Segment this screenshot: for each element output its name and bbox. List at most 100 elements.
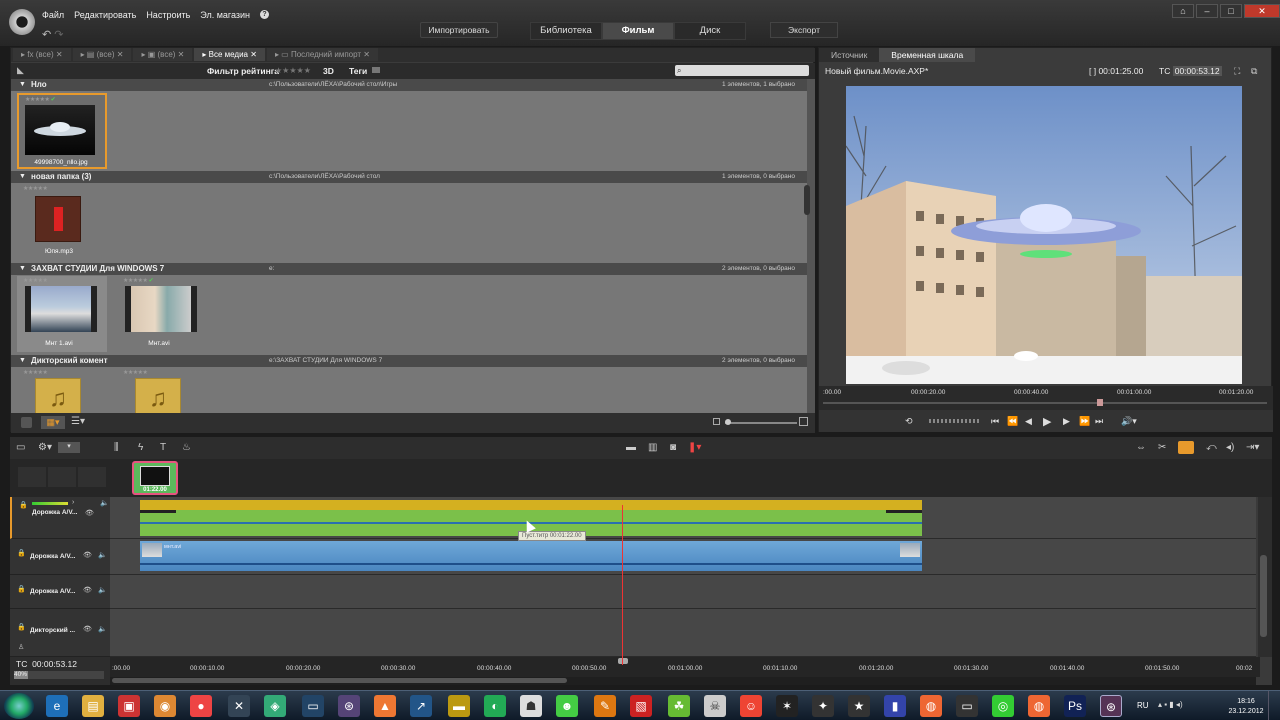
firefox-icon[interactable]: ◍ xyxy=(920,695,942,717)
rating-stars[interactable]: ★★★★★ ✔ xyxy=(123,277,154,284)
app-icon-23[interactable]: ◎ xyxy=(992,695,1014,717)
library-tab-video[interactable]: ▸ ▣ (все) ✕ xyxy=(133,48,193,61)
storyboard-slot[interactable] xyxy=(18,467,46,487)
app-icon-18[interactable]: ✶ xyxy=(776,695,798,717)
app-icon-2[interactable]: ● xyxy=(190,695,212,717)
app-icon-6[interactable]: ⊛ xyxy=(338,695,360,717)
audio-scrub-icon[interactable]: ◂) xyxy=(1226,442,1234,453)
volume-icon[interactable]: 🔊▾ xyxy=(1121,416,1137,427)
photoshop-icon[interactable]: Ps xyxy=(1064,695,1086,717)
lock-icon[interactable]: 🔒 xyxy=(17,623,26,631)
timeline-horizontal-scrollbar[interactable] xyxy=(110,677,1256,685)
app-icon-4[interactable]: ◈ xyxy=(264,695,286,717)
jog-wheel[interactable] xyxy=(929,419,979,423)
tc-value[interactable]: 00:00:53.12 xyxy=(32,659,77,669)
app-icon-16[interactable]: ☠ xyxy=(704,695,726,717)
marker-icon[interactable]: ❚▾ xyxy=(688,442,701,453)
app-icon-3[interactable]: ✕ xyxy=(228,695,250,717)
speaker-icon[interactable]: 🔈 xyxy=(98,625,107,633)
app-icon-17[interactable]: ☺ xyxy=(740,695,762,717)
library-item[interactable]: ★★★★★ ✔ 49998700_nllo.jpg xyxy=(17,93,107,169)
tab-library[interactable]: Библиотека xyxy=(530,22,602,40)
ie-icon[interactable]: e xyxy=(46,695,68,717)
snapshot-icon[interactable]: ◙ xyxy=(670,442,676,453)
library-group-header[interactable]: ▼ ЗАХВАТ СТУДИИ Для WINDOWS 7 e: 2 элеме… xyxy=(11,263,807,275)
settings-icon[interactable]: ⚙▾ xyxy=(38,442,52,453)
library-tab-photos[interactable]: ▸ fx (все) ✕ xyxy=(13,48,71,61)
library-item[interactable]: ★★★★★ Юпя.mp3 xyxy=(17,184,107,260)
montage-icon[interactable]: ϟ xyxy=(138,442,143,453)
pinnacle-studio-icon[interactable]: ⊛ xyxy=(1100,695,1122,717)
track-lane[interactable] xyxy=(110,497,1256,539)
app-icon-22[interactable]: ▭ xyxy=(956,695,978,717)
speaker-icon[interactable]: 🔈 xyxy=(98,551,107,559)
track-header[interactable]: 🔒 › Дорожка А/V... 👁 🔈 xyxy=(10,497,110,539)
rating-stars[interactable]: ★★★★★ ✔ xyxy=(25,96,56,103)
slider-handle[interactable] xyxy=(725,419,731,425)
fullscreen-icon[interactable]: ⛶ xyxy=(1234,66,1240,77)
library-item[interactable]: ★★★★★ ♫ xyxy=(117,368,207,413)
library-item[interactable]: ★★★★★ Мнт 1.avi xyxy=(17,276,107,352)
tray-icons[interactable]: ▴ ▪ ▮ ◂) xyxy=(1158,700,1183,709)
eye-icon[interactable]: 👁 xyxy=(83,586,92,594)
magnet-icon[interactable] xyxy=(1178,441,1194,454)
lock-icon[interactable]: 🔒 xyxy=(19,501,28,509)
storyboard-icon[interactable]: ▭ xyxy=(16,442,25,453)
delete-icon[interactable]: ▥ xyxy=(648,442,657,453)
track-lane[interactable] xyxy=(110,609,1256,657)
timeline-ruler[interactable]: :00.00 00:00:10.00 00:00:20.00 00:00:30.… xyxy=(110,657,1260,677)
step-back-icon[interactable]: ◀ xyxy=(1025,416,1032,427)
app-icon-21[interactable]: ▮ xyxy=(884,695,906,717)
scrubber-track[interactable] xyxy=(823,402,1267,404)
video-clip[interactable]: мнт.avi xyxy=(140,541,922,571)
title-icon[interactable]: T xyxy=(160,442,166,453)
collapse-icon[interactable]: ▼ xyxy=(19,355,26,367)
playhead-line[interactable] xyxy=(622,505,623,665)
collapse-icon[interactable]: ▼ xyxy=(19,79,26,91)
app-icon-14[interactable]: ▧ xyxy=(630,695,652,717)
redo-icon[interactable]: ↷ xyxy=(54,29,63,41)
help-icon[interactable]: ? xyxy=(260,10,270,19)
start-button[interactable] xyxy=(4,693,34,719)
minimize-icon[interactable]: – xyxy=(1196,4,1218,18)
ripple-icon[interactable]: ⤺ xyxy=(1206,442,1217,453)
export-button[interactable]: Экспорт xyxy=(770,22,838,38)
speaker-icon[interactable]: 🔈 xyxy=(98,586,107,594)
large-thumb-icon[interactable] xyxy=(799,417,808,426)
track-lane[interactable] xyxy=(110,575,1256,609)
storyboard-slot[interactable] xyxy=(48,467,76,487)
tab-timeline[interactable]: Временная шкала xyxy=(879,48,976,62)
library-group-header[interactable]: ▼ Нло c:\Пользователи\ЛЁХА\Рабочий стол\… xyxy=(11,79,807,91)
menu-edit[interactable]: Редактировать xyxy=(74,10,136,20)
firefox-icon-2[interactable]: ◍ xyxy=(1028,695,1050,717)
go-to-end-icon[interactable]: ⏭ xyxy=(1095,416,1103,427)
library-scrollbar[interactable] xyxy=(807,79,815,413)
app-icon-1[interactable]: ◉ xyxy=(154,695,176,717)
library-group-header[interactable]: ▼ Дикторский комент e:\ЗАХВАТ СТУДИИ Для… xyxy=(11,355,807,367)
tags-toggle[interactable]: Теги xyxy=(349,66,367,76)
prev-frame-icon[interactable]: ⏪ xyxy=(1007,416,1018,427)
explorer-icon[interactable]: ▤ xyxy=(82,695,104,717)
sidebar-toggle-icon[interactable] xyxy=(21,417,32,428)
expand-icon[interactable]: › xyxy=(72,499,74,506)
tab-source[interactable]: Источник xyxy=(819,48,880,62)
rating-stars[interactable]: ★★★★★ xyxy=(23,369,48,376)
menu-settings[interactable]: Настроить xyxy=(146,10,190,20)
rating-stars[interactable]: ★★★★★ xyxy=(23,185,48,192)
filter-3d-toggle[interactable]: 3D xyxy=(323,66,334,76)
cart-icon[interactable]: ⌂ xyxy=(1172,4,1194,18)
track-header[interactable]: 🔒 Дорожка А/V... 👁 🔈 xyxy=(10,575,110,609)
eye-icon[interactable]: 👁 xyxy=(83,625,92,633)
app-icon-9[interactable]: ▬ xyxy=(448,695,470,717)
library-group-header[interactable]: ▼ новая папка (3) c:\Пользователи\ЛЁХА\Р… xyxy=(11,171,807,183)
library-scroll-thumb[interactable] xyxy=(804,185,810,215)
app-icon-12[interactable]: ☻ xyxy=(556,695,578,717)
app-icon-15[interactable]: ☘ xyxy=(668,695,690,717)
pdf-icon[interactable]: ▣ xyxy=(118,695,140,717)
go-to-start-icon[interactable]: ⏮ xyxy=(991,416,999,427)
play-icon[interactable]: ▶ xyxy=(1043,415,1051,428)
eye-icon[interactable]: 👁 xyxy=(83,551,92,559)
library-search-input[interactable]: ⌕ xyxy=(675,65,809,76)
storyboard-slot[interactable] xyxy=(78,467,106,487)
small-thumb-icon[interactable] xyxy=(713,418,720,425)
